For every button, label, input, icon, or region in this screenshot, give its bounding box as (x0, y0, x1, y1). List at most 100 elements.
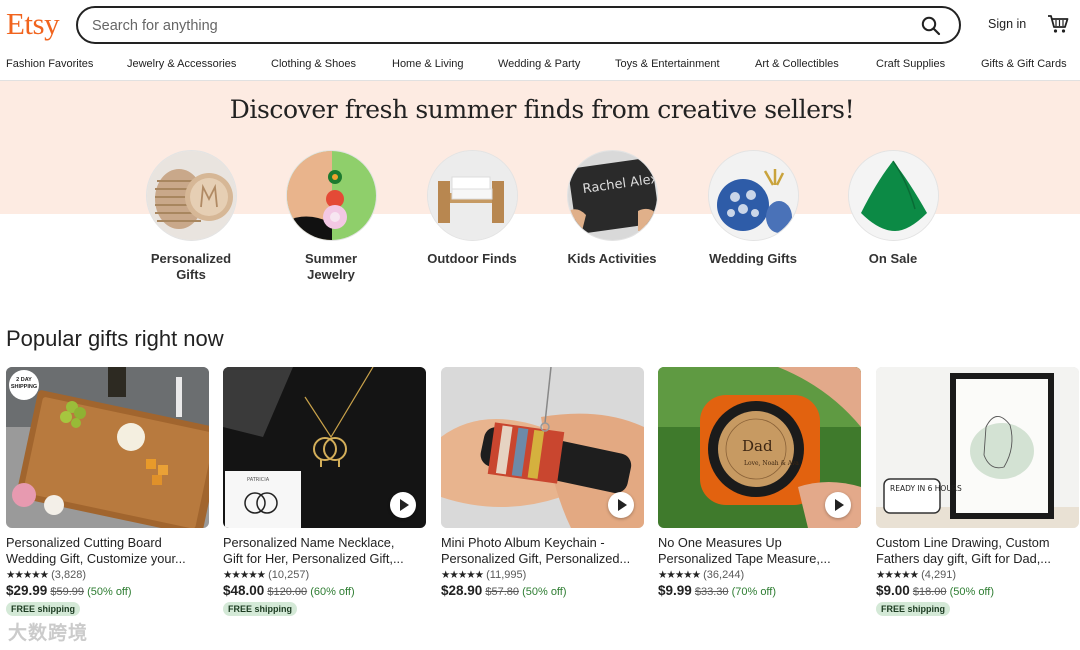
play-video-icon[interactable] (390, 492, 416, 518)
sale-price: $9.99 (658, 583, 692, 598)
product-rating: ★★★★★ (3,828) (6, 569, 209, 581)
original-price: $33.30 (694, 586, 729, 598)
category-image (426, 150, 518, 241)
category-on-sale[interactable]: On Sale (843, 150, 943, 267)
product-image[interactable]: READY IN 6 HOURS (876, 367, 1079, 528)
review-count: (10,257) (268, 569, 310, 581)
category-label-line1: Wedding Gifts (709, 251, 797, 266)
category-label-line1: Personalized (150, 251, 232, 266)
sign-in-link[interactable]: Sign in (988, 17, 1026, 31)
category-image: Rachel Alex Address (566, 150, 658, 241)
price-line: $9.00 $18.00 (50% off) (876, 583, 1079, 598)
free-shipping-badge: FREE shipping (876, 602, 950, 616)
product-title[interactable]: Gift for Her, Personalized Gift,... (223, 551, 426, 567)
product-title[interactable]: No One Measures Up (658, 535, 861, 551)
hero-title: Discover fresh summer finds from creativ… (229, 95, 855, 124)
review-count: (36,244) (703, 569, 745, 581)
original-price: $57.80 (485, 586, 520, 598)
sale-price: $29.99 (6, 583, 48, 598)
product-rating: ★★★★★ (4,291) (876, 569, 1079, 581)
play-video-icon[interactable] (825, 492, 851, 518)
nav-gifts-gift-cards[interactable]: Gifts & Gift Cards (981, 58, 1067, 70)
review-count: (3,828) (51, 569, 86, 581)
product-title[interactable]: Custom Line Drawing, Custom (876, 535, 1079, 551)
product-card[interactable]: READY IN 6 HOURS Custom Line Drawing, Cu… (876, 367, 1079, 617)
nav-fashion-favorites[interactable]: Fashion Favorites (6, 58, 93, 70)
discount: (50% off) (522, 586, 567, 598)
nav-jewelry-accessories[interactable]: Jewelry & Accessories (127, 58, 236, 70)
category-summer-jewelry[interactable]: Summer Jewelry (281, 150, 381, 283)
discount: (60% off) (310, 586, 355, 598)
product-card[interactable]: 2 DAY SHIPPING Personalized Cutting Boar… (6, 367, 209, 617)
nav-wedding-party[interactable]: Wedding & Party (498, 58, 580, 70)
price-line: $48.00 $120.00 (60% off) (223, 583, 426, 598)
product-title[interactable]: Fathers day gift, Gift for Dad,... (876, 551, 1079, 567)
nav-clothing-shoes[interactable]: Clothing & Shoes (271, 58, 356, 70)
product-title[interactable]: Personalized Tape Measure,... (658, 551, 861, 567)
sale-price: $48.00 (223, 583, 265, 598)
ready-sign-text: READY IN 6 HOURS (890, 484, 962, 493)
original-price: $59.99 (50, 586, 85, 598)
price-line: $9.99 $33.30 (70% off) (658, 583, 861, 598)
nav-craft-supplies[interactable]: Craft Supplies (876, 58, 945, 70)
category-label-line2: Gifts (176, 267, 206, 282)
product-rating: ★★★★★ (10,257) (223, 569, 426, 581)
play-video-icon[interactable] (608, 492, 634, 518)
product-card[interactable]: Dad Love, Noah & Ava No One Measures Up … (658, 367, 861, 598)
product-title[interactable]: Personalized Name Necklace, (223, 535, 426, 551)
star-rating-icon: ★★★★★ (876, 569, 919, 581)
category-outdoor-finds[interactable]: Outdoor Finds (422, 150, 522, 267)
tape-text-dad: Dad (742, 437, 773, 455)
nav-toys-entertainment[interactable]: Toys & Entertainment (615, 58, 720, 70)
product-image[interactable]: Dad Love, Noah & Ava (658, 367, 861, 528)
star-rating-icon: ★★★★★ (6, 569, 49, 581)
price-line: $29.99 $59.99 (50% off) (6, 583, 209, 598)
category-kids-activities[interactable]: Rachel Alex Address Kids Activities (562, 150, 662, 267)
star-rating-icon: ★★★★★ (441, 569, 484, 581)
card-text: PATRICIA (247, 477, 270, 483)
star-rating-icon: ★★★★★ (658, 569, 701, 581)
price-line: $28.90 $57.80 (50% off) (441, 583, 644, 598)
cart-icon[interactable] (1047, 14, 1069, 34)
category-image (145, 150, 237, 241)
original-price: $18.00 (912, 586, 947, 598)
category-image (285, 150, 377, 241)
search-icon[interactable] (921, 16, 941, 36)
product-image[interactable] (441, 367, 644, 528)
category-personalized-gifts[interactable]: Personalized Gifts (141, 150, 241, 283)
product-title[interactable]: Personalized Gift, Personalized... (441, 551, 644, 567)
discount: (50% off) (87, 586, 132, 598)
free-shipping-badge: FREE shipping (223, 602, 297, 616)
product-card[interactable]: Mini Photo Album Keychain - Personalized… (441, 367, 644, 598)
product-rating: ★★★★★ (11,995) (441, 569, 644, 581)
product-card[interactable]: PATRICIA Personalized Name Necklace, Gif… (223, 367, 426, 617)
nav-art-collectibles[interactable]: Art & Collectibles (755, 58, 839, 70)
product-title[interactable]: Mini Photo Album Keychain - (441, 535, 644, 551)
etsy-logo[interactable]: Etsy (6, 6, 60, 42)
search-input[interactable] (92, 16, 892, 36)
nav-home-living[interactable]: Home & Living (392, 58, 464, 70)
category-label-line1: Kids Activities (567, 251, 657, 266)
sale-price: $28.90 (441, 583, 483, 598)
category-image (707, 150, 799, 241)
category-label-line1: Summer (304, 251, 358, 266)
header: Etsy Sign in (0, 0, 1080, 50)
section-title: Popular gifts right now (6, 326, 224, 351)
two-day-shipping-badge: 2 DAY SHIPPING (9, 370, 39, 400)
product-title[interactable]: Personalized Cutting Board (6, 535, 209, 551)
product-image[interactable]: 2 DAY SHIPPING (6, 367, 209, 528)
category-label-line1: Outdoor Finds (427, 251, 517, 266)
star-rating-icon: ★★★★★ (223, 569, 266, 581)
product-image[interactable]: PATRICIA (223, 367, 426, 528)
category-wedding-gifts[interactable]: Wedding Gifts (703, 150, 803, 267)
watermark: 大数跨境 (8, 623, 89, 644)
review-count: (11,995) (486, 569, 527, 581)
product-title[interactable]: Wedding Gift, Customize your... (6, 551, 209, 567)
category-label-line2: Jewelry (307, 267, 355, 282)
search-bar[interactable] (76, 6, 961, 44)
original-price: $120.00 (267, 586, 308, 598)
product-rating: ★★★★★ (36,244) (658, 569, 861, 581)
discount: (50% off) (949, 586, 995, 598)
sale-price: $9.00 (876, 583, 910, 598)
discount: (70% off) (731, 586, 777, 598)
